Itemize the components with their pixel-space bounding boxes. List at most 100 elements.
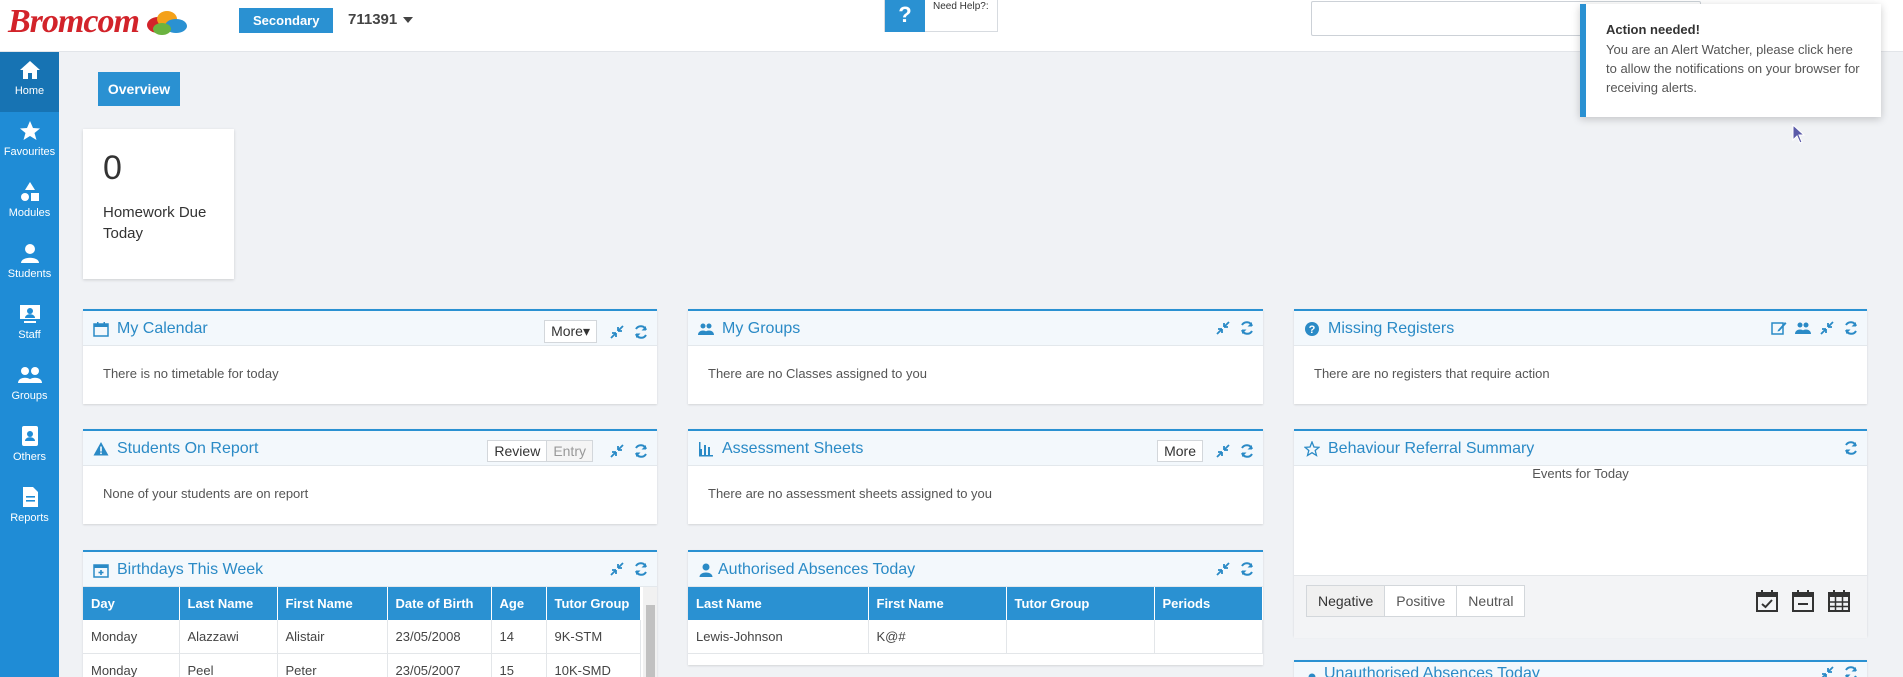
refresh-icon[interactable] <box>1239 320 1255 336</box>
table-row[interactable]: Monday Alazzawi Alistair 23/05/2008 14 9… <box>83 620 641 654</box>
sidebar-item-label: Modules <box>8 207 51 219</box>
panel-header: Authorised Absences Today <box>688 552 1263 587</box>
panel-header: Birthdays This Week <box>83 552 657 587</box>
calendar-icon <box>93 322 109 337</box>
collapse-icon[interactable] <box>1215 561 1231 577</box>
table-cell: Peter <box>277 653 388 677</box>
panel-header: Students On Report Review Entry <box>83 431 657 466</box>
panel-header: Assessment Sheets More <box>688 431 1263 466</box>
collapse-icon[interactable] <box>609 443 625 459</box>
behaviour-referral-panel: Behaviour Referral Summary Events for To… <box>1294 429 1867 638</box>
sidebar-item-label: Students <box>7 268 52 280</box>
user-icon <box>1308 673 1316 677</box>
review-entry-toggle: Review Entry <box>487 440 593 462</box>
sidebar-item-favourites[interactable]: Favourites <box>0 113 59 173</box>
groups-icon[interactable] <box>1795 320 1811 336</box>
toast-message[interactable]: You are an Alert Watcher, please click h… <box>1606 40 1861 97</box>
sidebar-item-label: Favourites <box>3 146 56 158</box>
school-id-label: 711391 <box>348 11 398 28</box>
homework-due-card[interactable]: 0 Homework Due Today <box>83 129 234 279</box>
column-header[interactable]: Age <box>491 587 547 620</box>
groups-icon <box>17 367 42 383</box>
staff-icon <box>19 305 40 323</box>
table-header-row: Day Last Name First Name Date of Birth A… <box>83 587 641 620</box>
sidebar-item-groups[interactable]: Groups <box>0 357 59 417</box>
panel-header: My Calendar More▾ <box>83 311 657 346</box>
refresh-icon[interactable] <box>1843 320 1859 336</box>
groups-icon <box>698 323 714 335</box>
column-header[interactable]: First Name <box>868 587 1007 620</box>
more-button[interactable]: More <box>1157 440 1203 462</box>
column-header[interactable]: Periods <box>1154 587 1263 620</box>
table-cell <box>1006 620 1155 654</box>
sidebar: Home Favourites Modules Students Staff G… <box>0 52 59 677</box>
sidebar-item-staff[interactable]: Staff <box>0 296 59 356</box>
column-header[interactable]: Day <box>83 587 180 620</box>
logo-mark-icon <box>143 7 189 37</box>
column-header[interactable]: Date of Birth <box>387 587 492 620</box>
refresh-icon[interactable] <box>633 443 649 459</box>
table-cell <box>1154 620 1263 654</box>
birthdays-table-wrap: Day Last Name First Name Date of Birth A… <box>83 587 657 677</box>
entry-toggle[interactable]: Entry <box>547 441 592 461</box>
refresh-icon[interactable] <box>1843 440 1859 456</box>
edit-icon[interactable] <box>1771 320 1787 336</box>
sidebar-item-modules[interactable]: Modules <box>0 174 59 234</box>
refresh-icon[interactable] <box>1239 443 1255 459</box>
collapse-icon[interactable] <box>609 561 625 577</box>
column-header[interactable]: First Name <box>277 587 388 620</box>
collapse-icon[interactable] <box>1215 443 1231 459</box>
collapse-icon[interactable] <box>609 324 625 340</box>
more-dropdown[interactable]: More▾ <box>544 320 597 343</box>
refresh-icon[interactable] <box>1843 665 1859 677</box>
my-calendar-panel: My Calendar More▾ There is no timetable … <box>83 309 657 404</box>
table-row[interactable]: Lewis-Johnson K@# <box>688 620 1263 654</box>
missing-registers-panel: ? Missing Registers There are no registe… <box>1294 309 1867 404</box>
sidebar-item-others[interactable]: Others <box>0 418 59 478</box>
table-scrollbar[interactable] <box>643 587 657 677</box>
bromcom-logo[interactable]: Bromcom <box>8 2 189 42</box>
collapse-icon[interactable] <box>1819 665 1835 677</box>
collapse-icon[interactable] <box>1215 320 1231 336</box>
school-id-dropdown[interactable]: 711391 <box>348 11 414 28</box>
help-widget[interactable]: ? Need Help?: <box>884 0 998 32</box>
notification-toast[interactable]: Action needed! You are an Alert Watcher,… <box>1580 4 1881 117</box>
school-type-button[interactable]: Secondary <box>239 8 334 33</box>
svg-text:?: ? <box>1309 324 1316 336</box>
homework-label: Homework Due Today <box>103 204 207 242</box>
tab-neutral[interactable]: Neutral <box>1457 586 1525 616</box>
collapse-icon[interactable] <box>1819 320 1835 336</box>
user-icon <box>20 244 39 263</box>
table-cell: Alazzawi <box>179 620 278 654</box>
panel-title: Behaviour Referral Summary <box>1328 440 1535 457</box>
calendar-message: There is no timetable for today <box>103 366 279 381</box>
tab-negative[interactable]: Negative <box>1307 586 1386 616</box>
sidebar-item-students[interactable]: Students <box>0 235 59 295</box>
sidebar-item-home[interactable]: Home <box>0 52 59 112</box>
refresh-icon[interactable] <box>633 324 649 340</box>
refresh-icon[interactable] <box>1239 561 1255 577</box>
panel-header: ? Missing Registers <box>1294 311 1867 346</box>
table-cell: 23/05/2008 <box>387 620 492 654</box>
column-header[interactable]: Tutor Group <box>1006 587 1155 620</box>
calendar-minus-icon[interactable] <box>1791 589 1815 613</box>
unauthorised-absences-panel: Unauthorised Absences Today <box>1294 660 1867 677</box>
table-cell: 15 <box>491 653 547 677</box>
column-header[interactable]: Last Name <box>688 587 869 620</box>
table-cell: Lewis-Johnson <box>688 620 869 654</box>
tab-positive[interactable]: Positive <box>1385 586 1458 616</box>
calendar-check-icon[interactable] <box>1755 589 1779 613</box>
column-header[interactable]: Last Name <box>179 587 278 620</box>
scroll-thumb[interactable] <box>646 605 655 677</box>
refresh-icon[interactable] <box>633 561 649 577</box>
panel-header: Unauthorised Absences Today <box>1294 662 1867 677</box>
panel-title: Missing Registers <box>1328 320 1455 337</box>
sidebar-item-reports[interactable]: Reports <box>0 479 59 539</box>
birthdays-panel: Birthdays This Week Day Last Name First … <box>83 550 657 677</box>
review-toggle[interactable]: Review <box>488 441 548 461</box>
overview-tab[interactable]: Overview <box>98 72 180 106</box>
column-header[interactable]: Tutor Group <box>546 587 641 620</box>
table-cell: 9K-STM <box>546 620 641 654</box>
calendar-grid-icon[interactable] <box>1827 589 1851 613</box>
table-row[interactable]: Monday Peel Peter 23/05/2007 15 10K-SMD <box>83 653 641 677</box>
